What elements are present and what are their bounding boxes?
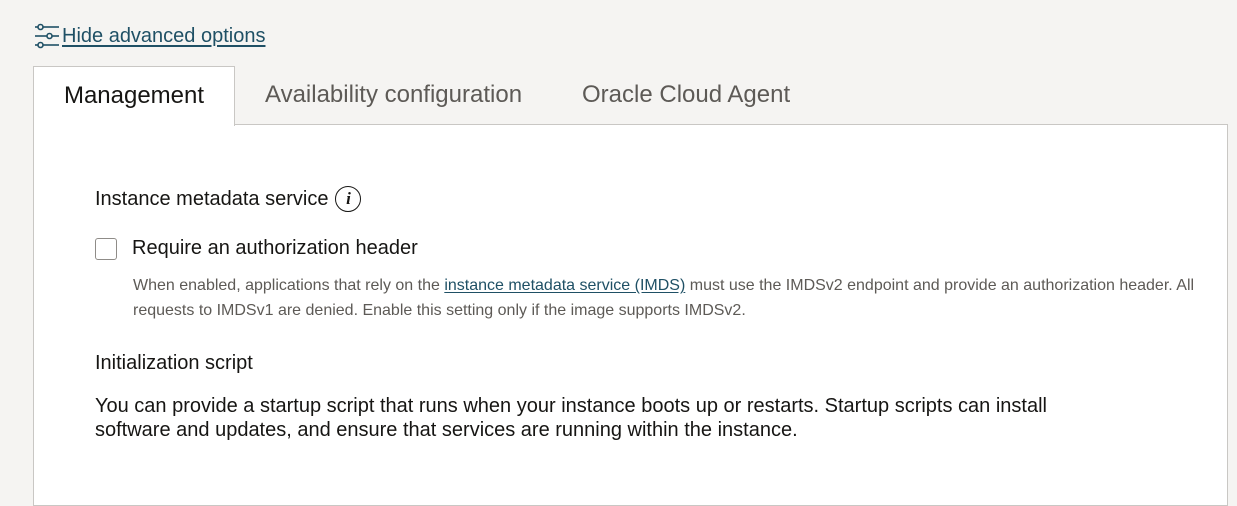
instance-metadata-service-heading: Instance metadata service i	[95, 186, 362, 212]
sliders-icon	[33, 22, 61, 50]
initialization-script-heading: Initialization script	[95, 352, 253, 374]
tab-availability-configuration[interactable]: Availability configuration	[265, 66, 522, 124]
tab-oracle-cloud-agent[interactable]: Oracle Cloud Agent	[582, 66, 790, 124]
require-authorization-header-checkbox[interactable]	[95, 237, 117, 260]
help-text-prefix: When enabled, applications that rely on …	[133, 277, 445, 294]
info-icon[interactable]: i	[335, 186, 362, 212]
hide-advanced-options-toggle[interactable]: Hide advanced options	[33, 22, 265, 50]
tab-management[interactable]: Management	[33, 66, 235, 126]
tab-panel-management: Instance metadata service i Require an a…	[33, 124, 1228, 506]
instance-metadata-service-title: Instance metadata service	[95, 188, 329, 210]
authorization-header-help-text: When enabled, applications that rely on …	[133, 273, 1223, 323]
hide-advanced-options-link[interactable]: Hide advanced options	[62, 22, 265, 50]
initialization-script-description: You can provide a startup script that ru…	[95, 395, 1047, 441]
require-authorization-header-option[interactable]: Require an authorization header	[95, 237, 418, 260]
require-authorization-header-label[interactable]: Require an authorization header	[132, 237, 418, 260]
imds-link[interactable]: instance metadata service (IMDS)	[444, 277, 685, 294]
